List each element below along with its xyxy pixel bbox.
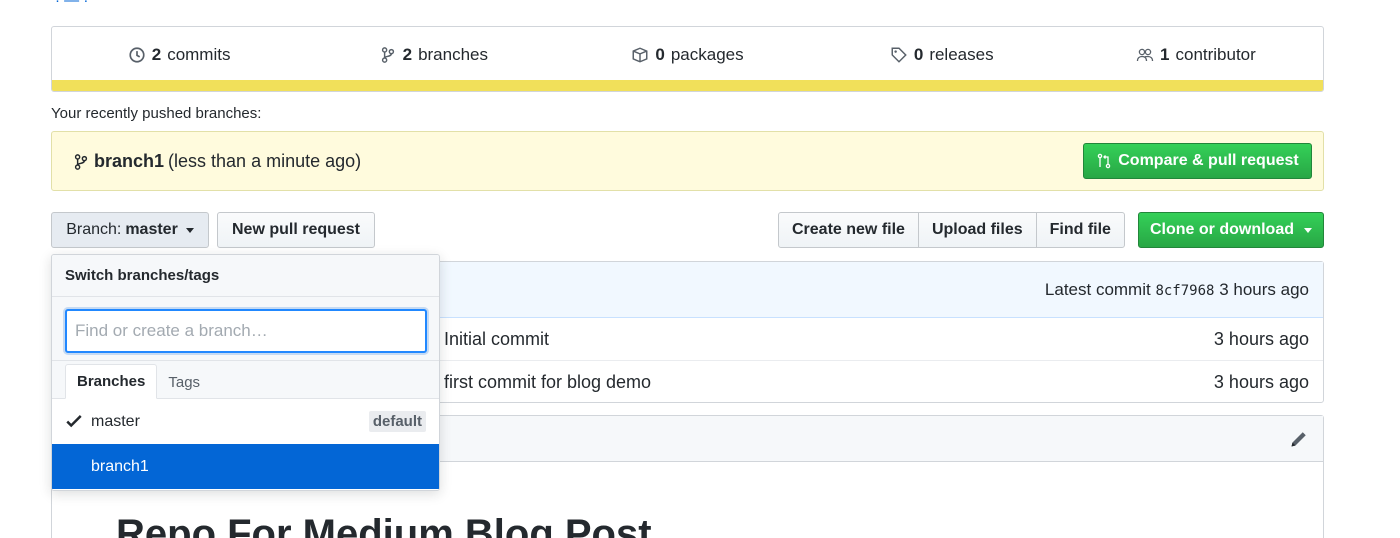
- new-pull-request-button[interactable]: New pull request: [217, 212, 375, 248]
- clone-or-download-button[interactable]: Clone or download: [1138, 212, 1324, 248]
- dropdown-title: Switch branches/tags: [52, 255, 439, 297]
- commits-label: commits: [167, 45, 231, 64]
- branch-item-master[interactable]: master default: [52, 399, 439, 444]
- default-badge: default: [368, 411, 426, 432]
- branch-item-label: branch1: [91, 457, 149, 475]
- git-branch-icon: [381, 47, 394, 63]
- check-icon: [66, 415, 82, 428]
- commit-age: 3 hours ago: [1213, 329, 1309, 349]
- top-link-cut: · — ·: [55, 0, 89, 9]
- compare-label: Compare & pull request: [1118, 152, 1299, 169]
- packages-count: 0: [655, 45, 665, 64]
- releases-link[interactable]: 0 releases: [815, 45, 1069, 65]
- dropdown-tabs: Branches Tags: [52, 361, 439, 399]
- clone-label: Clone or download: [1150, 221, 1294, 238]
- branch-dropdown: Switch branches/tags Branches Tags maste…: [51, 254, 440, 491]
- compare-pull-request-button[interactable]: Compare & pull request: [1083, 143, 1312, 179]
- latest-commit-sha[interactable]: 8cf7968: [1155, 283, 1214, 299]
- contributors-count: 1: [1160, 45, 1170, 64]
- recent-branch-name[interactable]: branch1: [94, 151, 164, 172]
- find-file-button[interactable]: Find file: [1035, 212, 1125, 248]
- branch-select-button[interactable]: Branch: master: [51, 212, 209, 248]
- commits-link[interactable]: 2 commits: [52, 45, 306, 65]
- caret-down-icon: [185, 227, 194, 233]
- file-actions-group: Create new file Upload files Find file: [778, 212, 1125, 248]
- commit-age: 3 hours ago: [1213, 372, 1309, 392]
- create-new-file-button[interactable]: Create new file: [778, 212, 919, 248]
- latest-commit: Latest commit 8cf7968 3 hours ago: [1045, 280, 1309, 300]
- commits-count: 2: [151, 45, 162, 64]
- branches-link[interactable]: 2 branches: [306, 45, 560, 65]
- branches-count: 2: [402, 45, 413, 64]
- branches-label: branches: [418, 45, 488, 64]
- people-icon: [1136, 48, 1154, 62]
- current-branch: master: [125, 221, 178, 238]
- branch-item-label: master: [91, 412, 140, 430]
- upload-files-button[interactable]: Upload files: [917, 212, 1037, 248]
- contributors-label: contributor: [1175, 45, 1256, 64]
- tag-icon: [891, 47, 907, 63]
- latest-commit-label: Latest commit: [1044, 280, 1151, 299]
- branch-prefix: Branch:: [66, 221, 122, 238]
- releases-count: 0: [913, 45, 924, 64]
- git-branch-icon: [74, 153, 88, 170]
- branch-filter-input[interactable]: [65, 309, 427, 353]
- tab-tags[interactable]: Tags: [157, 366, 211, 399]
- repo-summary: 2 commits 2 branches 0 packages 0 releas…: [51, 26, 1324, 92]
- package-icon: [632, 47, 648, 63]
- commit-message[interactable]: Initial commit: [444, 329, 549, 350]
- git-compare-icon: [1098, 153, 1111, 169]
- dropdown-filter: [52, 297, 439, 361]
- tab-branches[interactable]: Branches: [65, 364, 158, 399]
- caret-down-icon: [1304, 227, 1312, 233]
- recent-branch-info: branch1 (less than a minute ago): [72, 151, 361, 172]
- recent-branches-label: Your recently pushed branches:: [51, 105, 262, 122]
- latest-commit-age: 3 hours ago: [1219, 280, 1309, 299]
- commit-message[interactable]: first commit for blog demo: [444, 372, 651, 393]
- history-icon: [129, 47, 145, 63]
- readme-title: Repo For Medium Blog Post: [116, 512, 652, 538]
- recent-branch-time: (less than a minute ago): [168, 151, 362, 171]
- releases-label: releases: [929, 45, 994, 64]
- pencil-icon[interactable]: [1289, 429, 1309, 449]
- branch-item-branch1[interactable]: branch1: [52, 444, 439, 489]
- contributors-link[interactable]: 1 contributor: [1069, 45, 1323, 65]
- packages-label: packages: [670, 45, 744, 64]
- language-bar[interactable]: [52, 80, 1323, 91]
- packages-link[interactable]: 0 packages: [560, 45, 814, 65]
